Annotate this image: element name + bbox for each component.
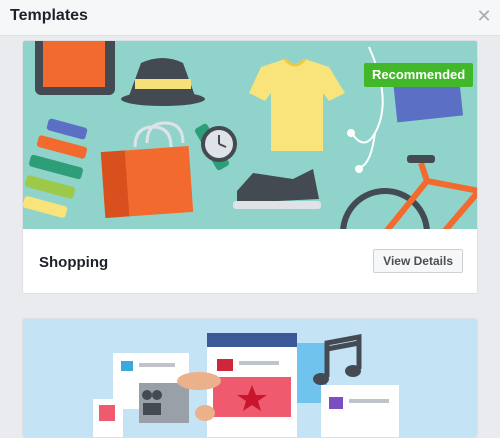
template-card-second[interactable] (22, 318, 478, 438)
hand-illustration (177, 372, 221, 390)
dialog-header: Templates ✕ (0, 0, 500, 36)
template-card-shopping[interactable]: Recommended Shopping View Details (22, 40, 478, 294)
template-name: Shopping (39, 254, 109, 271)
template-banner-image (23, 319, 477, 437)
card-footer: Shopping View Details (23, 229, 477, 293)
recommended-badge: Recommended (364, 63, 474, 87)
close-icon[interactable]: ✕ (476, 7, 492, 25)
dialog-title: Templates (10, 7, 88, 24)
post-card-illustration-right (321, 385, 399, 437)
phone-illustration (207, 333, 297, 437)
picture-frame-illustration (35, 41, 115, 95)
calendar-icon-illustration (93, 399, 123, 437)
view-details-button[interactable]: View Details (373, 249, 463, 273)
